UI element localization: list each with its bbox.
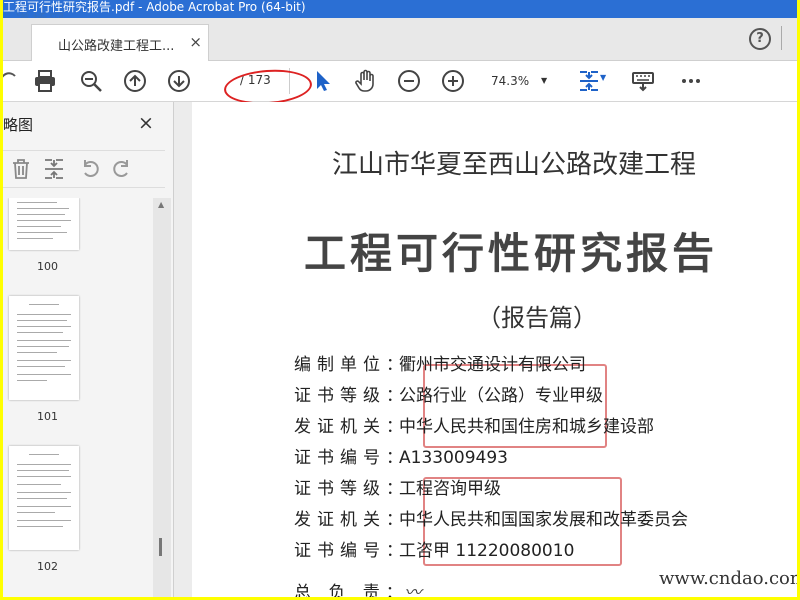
panel-title: 略图 xyxy=(3,116,34,134)
thumbnail-page-number: 102 xyxy=(37,560,58,573)
info-row: 证书编号：A133009493 xyxy=(294,448,508,468)
acrobat-window: 工程可行性研究报告.pdf - Adobe Acrobat Pro (64-bi… xyxy=(3,0,797,597)
hand-icon[interactable] xyxy=(3,69,21,93)
close-tab-icon[interactable]: × xyxy=(189,33,202,51)
info-row: 证书编号：工咨甲 11220080010 xyxy=(294,541,575,561)
trash-icon[interactable] xyxy=(10,158,32,180)
pan-hand-icon[interactable] xyxy=(353,69,377,93)
title-bar: 工程可行性研究报告.pdf - Adobe Acrobat Pro (64-bi… xyxy=(3,0,797,18)
more-icon[interactable] xyxy=(679,69,703,93)
insert-page-icon[interactable] xyxy=(43,158,65,180)
tab-bar: 山公路改建工程工... × ? xyxy=(3,18,797,61)
info-row: 总 负 责： 〰 xyxy=(294,578,421,597)
page-thumbnail[interactable] xyxy=(9,446,79,550)
document-tab-label: 山公路改建工程工... xyxy=(58,39,175,54)
keyboard-icon[interactable] xyxy=(631,69,655,93)
info-row: 发证机关：中华人民共和国国家发展和改革委员会 xyxy=(294,510,688,530)
panel-toolbar xyxy=(3,150,165,188)
zoom-out-icon[interactable] xyxy=(397,69,421,93)
zoom-select[interactable]: 74.3% ▼ xyxy=(481,70,553,92)
page-thumbnail[interactable] xyxy=(9,296,79,400)
page-up-icon[interactable] xyxy=(123,69,147,93)
thumbnail-page-number: 100 xyxy=(37,260,58,273)
project-subtitle: 江山市华夏至西山公路改建工程 xyxy=(332,150,697,180)
info-row: 证书等级：公路行业（公路）专业甲级 xyxy=(294,386,603,406)
close-icon[interactable]: × xyxy=(138,112,154,134)
zoom-value: 74.3% xyxy=(491,74,530,88)
thumbnail-list: 100 101 102 xyxy=(3,198,153,597)
rotate-left-icon[interactable] xyxy=(79,158,101,180)
fit-page-icon[interactable] xyxy=(577,69,601,93)
scroll-up-icon[interactable]: ▲ xyxy=(158,200,164,209)
document-tab[interactable]: 山公路改建工程工... × xyxy=(31,24,209,61)
print-icon[interactable] xyxy=(33,69,57,93)
report-title: 工程可行性研究报告 xyxy=(304,229,719,278)
document-view: 江山市华夏至西山公路改建工程 工程可行性研究报告 （报告篇） 编制单位：衢州市交… xyxy=(174,102,797,597)
thumbnail-scrollbar[interactable]: ▲ xyxy=(153,198,171,597)
info-row: 发证机关：中华人民共和国住房和城乡建设部 xyxy=(294,417,654,437)
thumbnail-page-number: 101 xyxy=(37,410,58,423)
page-thumbnail[interactable] xyxy=(9,198,79,250)
document-page: 江山市华夏至西山公路改建工程 工程可行性研究报告 （报告篇） 编制单位：衢州市交… xyxy=(192,102,797,597)
scrollbar-thumb[interactable] xyxy=(159,538,162,556)
zoom-in-icon[interactable] xyxy=(441,69,465,93)
chevron-down-icon: ▼ xyxy=(541,76,548,85)
report-kind: （报告篇） xyxy=(477,304,597,332)
select-arrow-icon[interactable] xyxy=(311,69,335,93)
signature: 〰 xyxy=(404,583,422,597)
page-down-icon[interactable] xyxy=(167,69,191,93)
info-row: 编制单位：衢州市交通设计有限公司 xyxy=(294,355,586,375)
main-toolbar: / 173 74.3% ▼ ▼ xyxy=(3,61,797,102)
site-watermark-bottom-right: www.cndao.com xyxy=(659,568,797,589)
page-thumbnails-panel: 略图 × 100 101 102 ▲ xyxy=(3,102,174,597)
divider xyxy=(781,26,782,50)
chevron-down-icon[interactable]: ▼ xyxy=(600,73,624,97)
zoom-out-search-icon[interactable] xyxy=(79,69,103,93)
info-row: 证书等级：工程咨询甲级 xyxy=(294,479,501,499)
help-icon[interactable]: ? xyxy=(749,28,771,50)
rotate-right-icon[interactable] xyxy=(111,158,133,180)
